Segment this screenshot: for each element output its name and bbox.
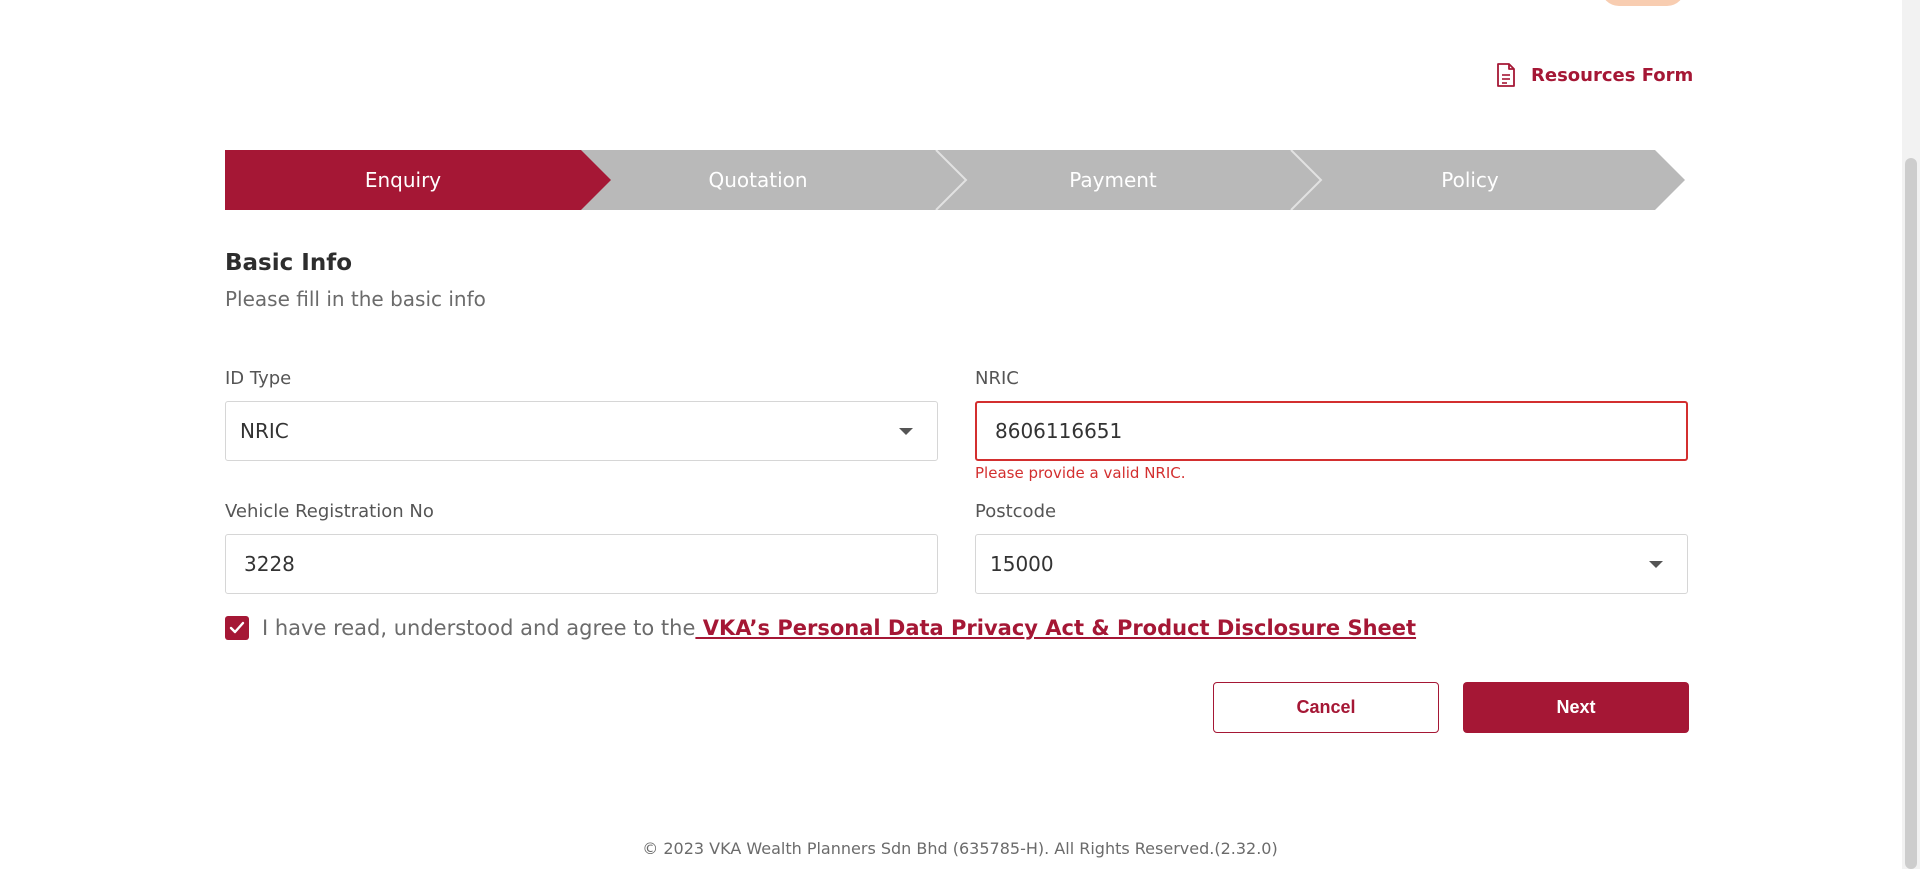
next-button[interactable]: Next [1463,682,1689,733]
scrollbar-thumb[interactable] [1905,158,1917,869]
progress-stepper: Enquiry Quotation Payment Policy [225,150,1685,210]
agreement-text: I have read, understood and agree to the [262,616,696,640]
id-type-select[interactable]: NRIC [225,401,938,461]
chevron-down-icon [1649,561,1663,568]
chevron-down-icon [899,428,913,435]
resources-form-link[interactable]: Resources Form [1495,62,1693,88]
document-icon [1497,63,1515,87]
step-enquiry[interactable]: Enquiry [303,150,503,210]
step-payment[interactable]: Payment [1013,150,1213,210]
postcode-select[interactable]: 15000 [975,534,1688,594]
footer-copyright: © 2023 VKA Wealth Planners Sdn Bhd (6357… [642,839,1278,858]
nric-error-message: Please provide a valid NRIC. [975,464,1186,482]
agreement-row: I have read, understood and agree to the… [225,616,1416,640]
cancel-button[interactable]: Cancel [1213,682,1439,733]
section-subtitle: Please fill in the basic info [225,287,486,311]
vehicle-label: Vehicle Registration No [225,501,434,522]
postcode-value: 15000 [990,552,1054,576]
step-quotation[interactable]: Quotation [658,150,858,210]
vehicle-registration-input[interactable]: 3228 [225,534,938,594]
top-decoration [1601,0,1685,6]
nric-value: 8606116651 [995,419,1123,443]
section-title: Basic Info [225,250,353,276]
nric-input[interactable]: 8606116651 [975,401,1688,461]
privacy-disclosure-link[interactable]: VKA’s Personal Data Privacy Act & Produc… [695,616,1416,640]
id-type-value: NRIC [240,419,289,443]
scrollbar-track[interactable] [1902,0,1920,869]
resources-form-label: Resources Form [1531,64,1694,86]
agreement-checkbox[interactable] [225,616,249,640]
nric-label: NRIC [975,368,1019,389]
step-policy[interactable]: Policy [1370,150,1570,210]
id-type-label: ID Type [225,368,292,389]
vehicle-value: 3228 [244,552,295,576]
postcode-label: Postcode [975,501,1057,522]
check-icon [229,621,245,634]
